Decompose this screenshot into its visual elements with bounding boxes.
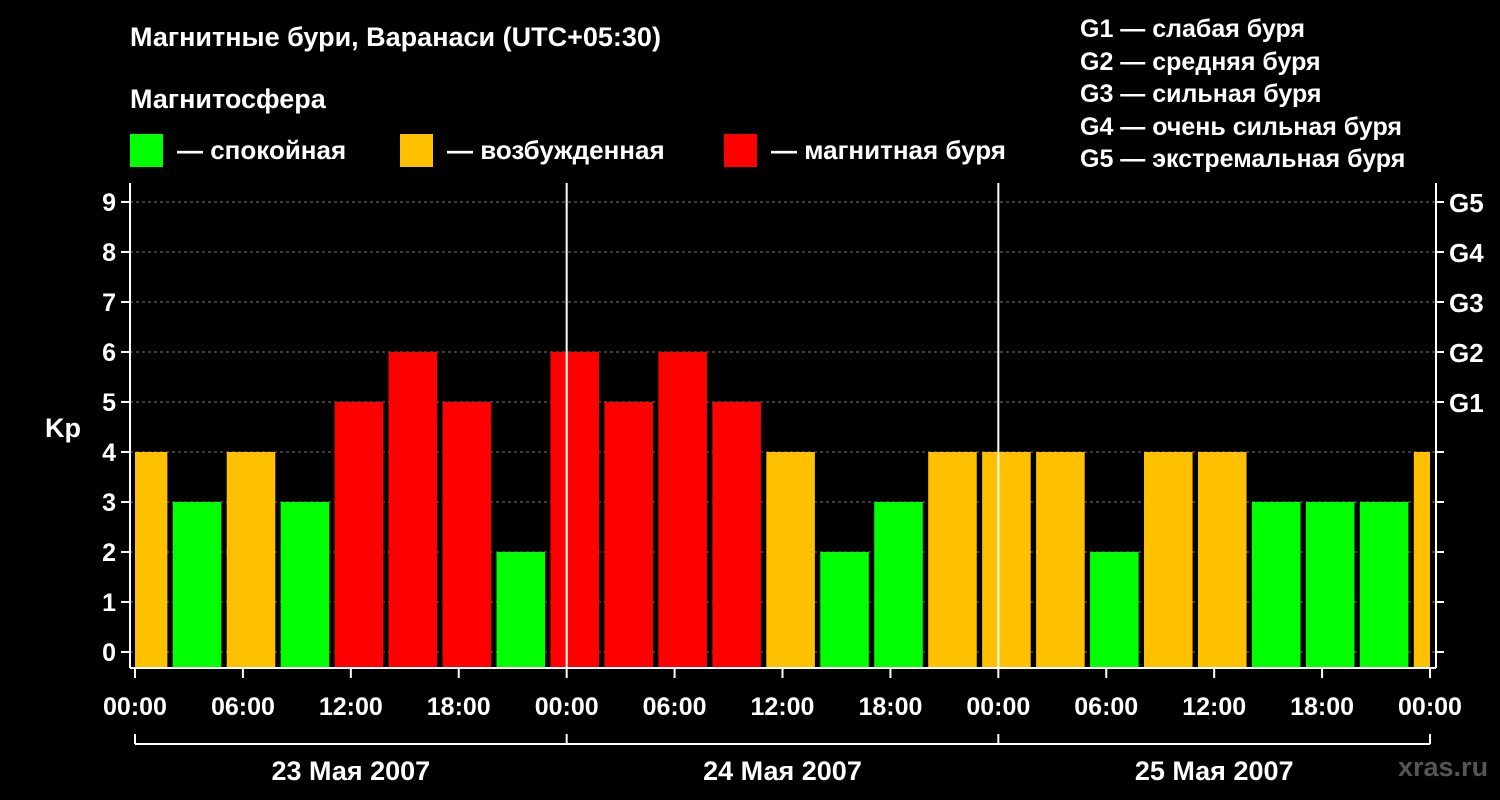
kp-bar xyxy=(334,402,384,667)
kp-bar xyxy=(658,352,707,667)
y-tick-label: 5 xyxy=(102,389,116,417)
kp-bar xyxy=(1036,452,1085,667)
kp-bar xyxy=(604,402,653,667)
day-label: 23 Мая 2007 xyxy=(271,756,430,786)
kp-bar xyxy=(982,452,1031,667)
y-tick-label: 1 xyxy=(102,589,116,617)
g-scale-label: G5 xyxy=(1449,188,1484,218)
kp-bar xyxy=(226,452,276,667)
x-tick-label: 00:00 xyxy=(1398,693,1462,721)
x-tick-label: 12:00 xyxy=(751,693,815,721)
x-tick-label: 18:00 xyxy=(1290,693,1354,721)
kp-bar xyxy=(280,502,330,667)
g-scale-label: G1 xyxy=(1449,388,1484,418)
kp-bar xyxy=(388,352,438,667)
x-tick-label: 00:00 xyxy=(103,693,167,721)
kp-bar xyxy=(1305,502,1355,667)
watermark: xras.ru xyxy=(1398,752,1489,782)
x-tick-label: 00:00 xyxy=(966,693,1030,721)
kp-bar xyxy=(1359,502,1409,667)
kp-bar xyxy=(712,402,761,667)
kp-bar xyxy=(766,452,815,667)
kp-bar xyxy=(820,552,869,667)
kp-bar xyxy=(172,502,222,667)
y-axis-label: Kp xyxy=(45,413,81,443)
g-scale-label: G2 xyxy=(1449,338,1484,368)
kp-bar xyxy=(550,352,600,667)
kp-bar xyxy=(1413,452,1430,667)
day-label: 24 Мая 2007 xyxy=(703,756,862,786)
y-tick-label: 4 xyxy=(102,439,116,467)
y-tick-label: 8 xyxy=(102,239,116,267)
x-tick-label: 00:00 xyxy=(535,693,599,721)
kp-bar-chart: 0 1 2 3 4 5 6 7 8 9 G1 G2 G3 G4 G5 Kp 00:00 06:00 12:00 18:… xyxy=(45,183,1484,786)
kp-bar xyxy=(928,452,977,667)
kp-bar xyxy=(1197,452,1247,667)
x-tick-label: 12:00 xyxy=(1182,693,1246,721)
g-scale-label: G4 xyxy=(1449,238,1484,268)
y-tick-label: 2 xyxy=(102,539,116,567)
g-scale-label: G3 xyxy=(1449,288,1484,318)
y-tick-label: 7 xyxy=(102,289,116,317)
kp-bar xyxy=(496,552,546,667)
kp-bar xyxy=(874,502,923,667)
x-tick-label: 18:00 xyxy=(427,693,491,721)
kp-bar xyxy=(1090,552,1139,667)
x-tick-label: 06:00 xyxy=(211,693,275,721)
y-tick-label: 6 xyxy=(102,339,116,367)
kp-bar xyxy=(1251,502,1301,667)
kp-bar xyxy=(1144,452,1193,667)
day-label: 25 Мая 2007 xyxy=(1135,756,1294,786)
x-tick-label: 18:00 xyxy=(858,693,922,721)
x-tick-label: 06:00 xyxy=(643,693,707,721)
x-tick-label: 06:00 xyxy=(1074,693,1138,721)
y-tick-label: 3 xyxy=(102,489,116,517)
kp-bar xyxy=(135,452,168,667)
x-tick-label: 12:00 xyxy=(319,693,383,721)
y-tick-label: 0 xyxy=(102,639,116,667)
kp-bar xyxy=(442,402,492,667)
y-tick-label: 9 xyxy=(102,189,116,217)
